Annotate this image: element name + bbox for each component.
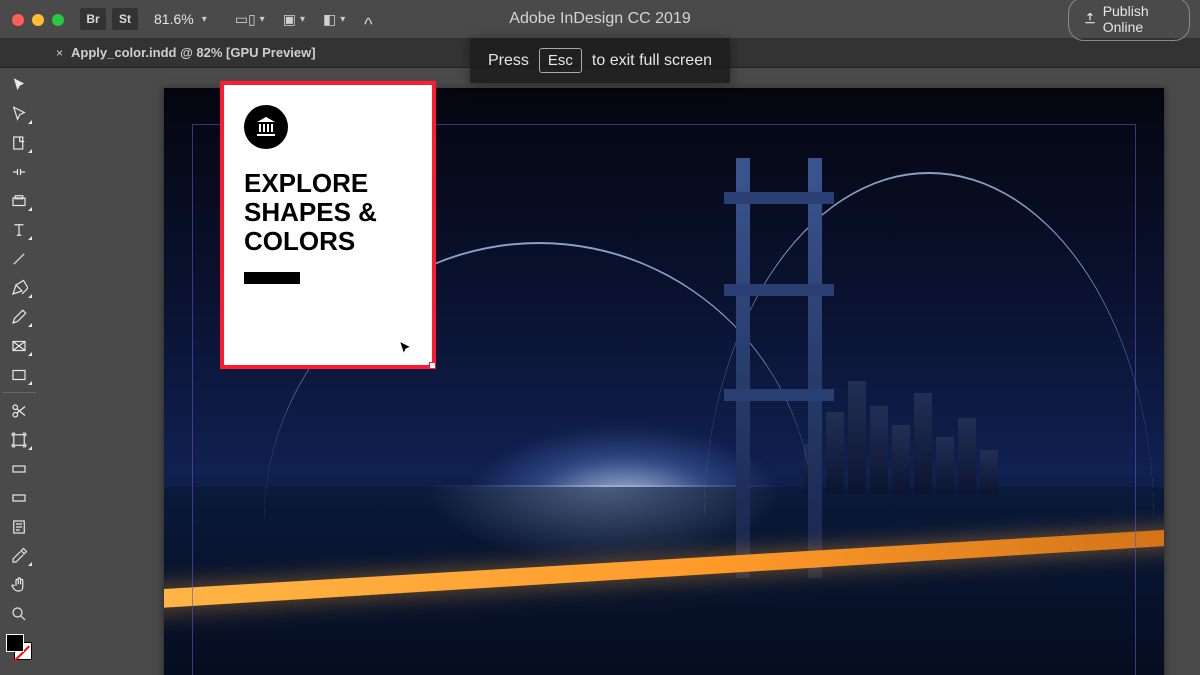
gradient-feather-tool[interactable] xyxy=(2,483,36,512)
gradient-swatch-tool[interactable] xyxy=(2,454,36,483)
cursor-icon xyxy=(398,339,412,357)
minimize-window-button[interactable] xyxy=(32,14,44,26)
document-tab-label: Apply_color.indd @ 82% [GPU Preview] xyxy=(71,45,316,60)
view-option-3[interactable]: ◧ ▾ xyxy=(323,11,345,28)
pen-tool[interactable] xyxy=(2,273,36,302)
zoom-value: 81.6% xyxy=(154,11,194,27)
scissors-tool[interactable] xyxy=(2,396,36,425)
panel-line-3: COLORS xyxy=(244,227,432,256)
resize-handle-br[interactable] xyxy=(429,362,436,369)
panel-accent-bar xyxy=(244,272,300,284)
chevron-down-icon: ▾ xyxy=(202,14,207,25)
publish-online-button[interactable]: Publish Online xyxy=(1068,0,1190,41)
tool-separator xyxy=(2,392,36,393)
tools-panel xyxy=(0,68,38,660)
document-canvas[interactable]: EXPLORE SHAPES & COLORS xyxy=(40,68,1200,675)
fill-swatch[interactable] xyxy=(6,634,24,652)
free-transform-tool[interactable] xyxy=(2,425,36,454)
app-title: Adobe InDesign CC 2019 xyxy=(509,10,690,28)
page-tool[interactable] xyxy=(2,128,36,157)
hint-prefix: Press xyxy=(488,52,529,70)
hand-tool[interactable] xyxy=(2,570,36,599)
esc-keycap: Esc xyxy=(539,48,582,73)
panel-heading: EXPLORE SHAPES & COLORS xyxy=(244,169,432,256)
zoom-level-dropdown[interactable]: 81.6% ▾ xyxy=(154,11,207,27)
close-tab-icon[interactable]: × xyxy=(56,46,63,60)
pencil-tool[interactable] xyxy=(2,302,36,331)
upload-icon xyxy=(1083,11,1097,28)
app-topbar: Br St 81.6% ▾ ▭▯ ▾ ▣ ▾ ◧ ▾ Adobe InDesig… xyxy=(0,0,1200,38)
direct-selection-tool[interactable] xyxy=(2,99,36,128)
panel-line-1: EXPLORE xyxy=(244,169,432,198)
hint-suffix: to exit full screen xyxy=(592,52,712,70)
rectangle-tool[interactable] xyxy=(2,360,36,389)
view-options-group: ▭▯ ▾ ▣ ▾ ◧ ▾ xyxy=(235,11,380,28)
content-collector-tool[interactable] xyxy=(2,186,36,215)
window-controls xyxy=(12,14,64,26)
document-tab[interactable]: × Apply_color.indd @ 82% [GPU Preview] xyxy=(56,45,316,60)
eyedropper-tool[interactable] xyxy=(2,541,36,570)
bridge-button[interactable]: Br xyxy=(80,8,106,30)
fill-stroke-swatch[interactable] xyxy=(6,634,32,660)
zoom-tool[interactable] xyxy=(2,599,36,628)
close-window-button[interactable] xyxy=(12,14,24,26)
gap-tool[interactable] xyxy=(2,157,36,186)
museum-icon xyxy=(244,105,288,149)
fullscreen-window-button[interactable] xyxy=(52,14,64,26)
view-option-2[interactable]: ▣ ▾ xyxy=(283,11,305,28)
view-option-4[interactable] xyxy=(363,11,379,27)
page[interactable]: EXPLORE SHAPES & COLORS xyxy=(164,88,1164,675)
note-tool[interactable] xyxy=(2,512,36,541)
panel-line-2: SHAPES & xyxy=(244,198,432,227)
stock-button[interactable]: St xyxy=(112,8,138,30)
rectangle-frame-tool[interactable] xyxy=(2,331,36,360)
line-tool[interactable] xyxy=(2,244,36,273)
fullscreen-hint: Press Esc to exit full screen xyxy=(470,38,730,83)
view-option-1[interactable]: ▭▯ ▾ xyxy=(235,11,265,28)
publish-label: Publish Online xyxy=(1103,3,1175,35)
type-tool[interactable] xyxy=(2,215,36,244)
selected-text-frame[interactable]: EXPLORE SHAPES & COLORS xyxy=(220,81,436,369)
selection-tool[interactable] xyxy=(2,70,36,99)
